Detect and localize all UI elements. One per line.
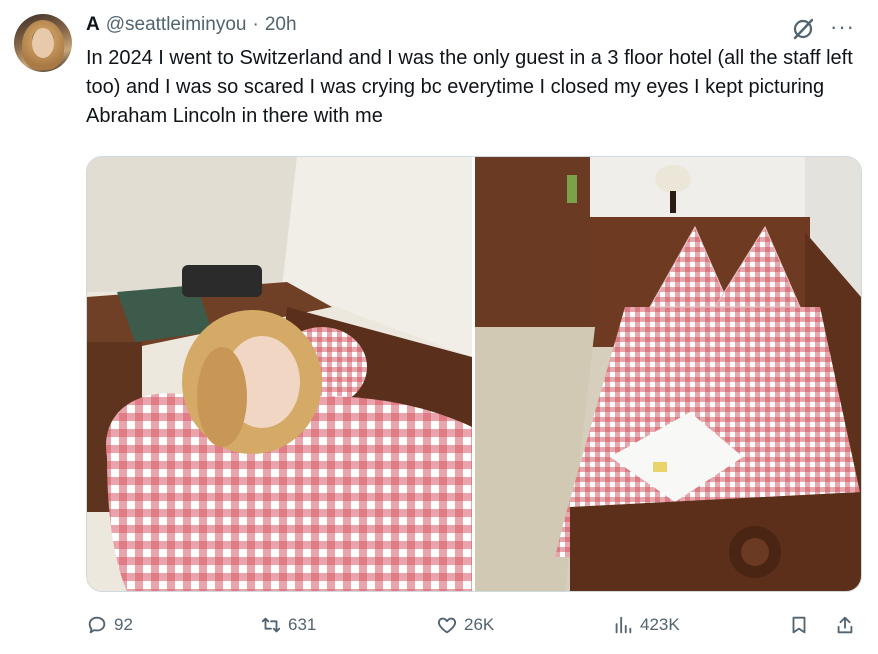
timestamp[interactable]: 20h	[265, 14, 297, 36]
views-icon	[615, 616, 632, 634]
reply-button[interactable]: 92	[86, 614, 133, 636]
bookmark-button[interactable]	[788, 614, 810, 636]
retweet-icon	[261, 617, 281, 633]
separator: ·	[252, 14, 259, 35]
retweet-count: 631	[288, 615, 317, 634]
more-icon[interactable]: ···	[830, 14, 855, 40]
tweet-text: In 2024 I went to Switzerland and I was …	[86, 47, 853, 127]
retweet-button[interactable]: 631	[260, 614, 316, 636]
avatar[interactable]	[14, 14, 72, 72]
author-handle[interactable]: @seattleiminyou	[106, 14, 247, 36]
heart-icon	[437, 617, 457, 634]
views-button[interactable]: 423K	[612, 614, 680, 636]
like-button[interactable]: 26K	[436, 614, 494, 636]
author-name[interactable]: A	[86, 14, 100, 36]
photo-hotel-bed[interactable]	[475, 157, 861, 591]
reply-count: 92	[114, 615, 133, 634]
bookmark-icon	[792, 616, 806, 634]
like-count: 26K	[464, 615, 495, 634]
views-count: 423K	[640, 615, 680, 634]
media-grid	[86, 156, 862, 592]
photo-girl-in-bed[interactable]	[87, 157, 472, 591]
tweet-header: A @seattleiminyou · 20h	[86, 14, 297, 36]
share-icon	[837, 616, 853, 634]
reply-icon	[88, 616, 106, 634]
action-bar: 92 631 26K 423K	[86, 614, 860, 642]
grok-icon[interactable]	[790, 16, 816, 42]
share-button[interactable]	[834, 614, 856, 636]
